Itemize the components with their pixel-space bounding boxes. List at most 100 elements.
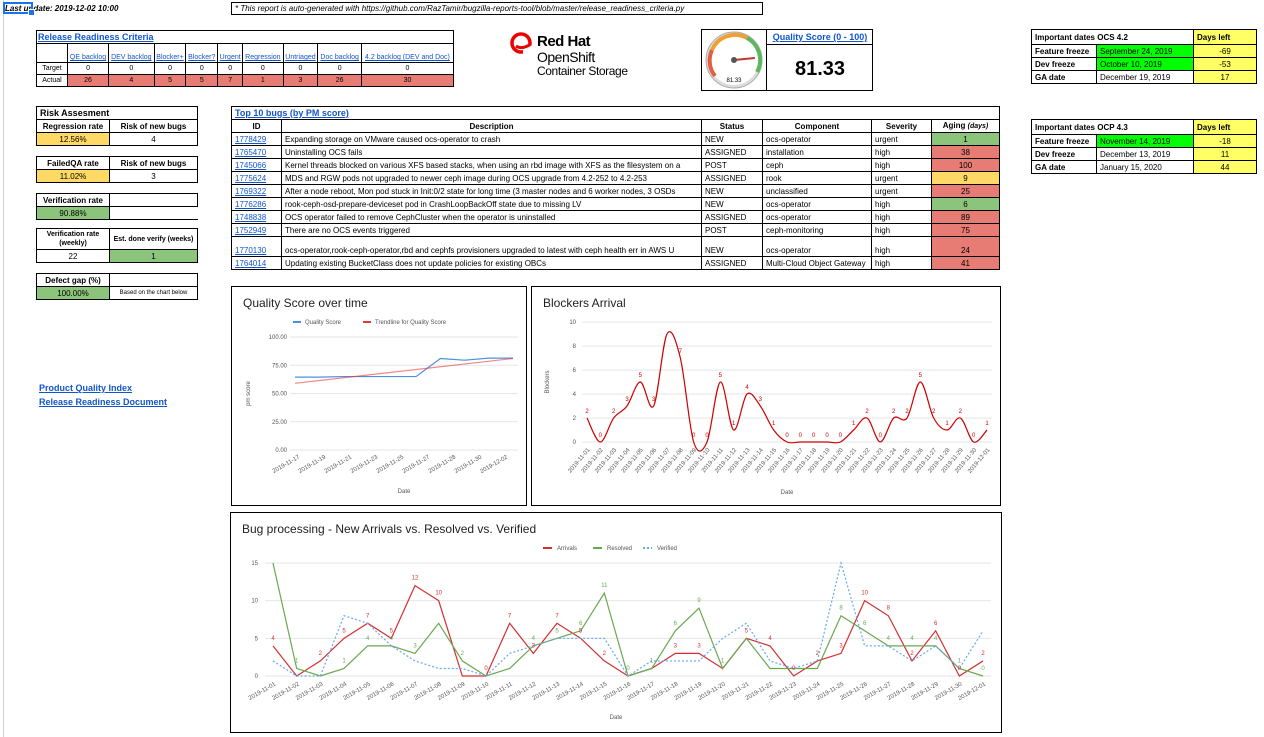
rr-col-label[interactable]: 4.2 backlog (DEV and Doc)	[365, 54, 450, 61]
last-update-cell[interactable]: Last update: 2019-12-02 10:00	[3, 2, 227, 16]
x-tick-label: 2019-12-02	[479, 454, 509, 475]
rr-col-7[interactable]: Doc backlog	[317, 43, 362, 63]
rr-col-8[interactable]: 4.2 backlog (DEV and Doc)	[360, 43, 455, 63]
defect-gap-note: Based on the chart below	[109, 286, 198, 300]
logo-redhat: Red Hat	[537, 33, 591, 50]
rr-col-label[interactable]: Blocker?	[188, 54, 215, 61]
rr-actual-cell: 7	[217, 74, 244, 87]
ocs-ga-date: December 19, 2019	[1096, 70, 1194, 84]
bug-severity: urgent	[871, 132, 932, 146]
data-label: 1	[945, 421, 949, 427]
rr-col-label[interactable]: Untriaged	[285, 54, 315, 61]
bug-id-link[interactable]: 1752949	[231, 223, 282, 237]
arrivals-data-label: 12	[412, 576, 419, 582]
resolved-data-label: 4	[532, 636, 536, 642]
arrivals-data-label: 4	[271, 636, 275, 642]
rr-col-6[interactable]: Untriaged	[282, 43, 319, 63]
bug-id-link[interactable]: 1765470	[231, 145, 282, 159]
tick-label: 10	[569, 320, 576, 326]
verification-rate-value: 90.88%	[36, 206, 110, 220]
bug-aging: 89	[930, 210, 1001, 224]
data-label: 0	[972, 433, 976, 439]
ocs-ga-days: 17	[1193, 70, 1257, 84]
rr-col-label[interactable]: Doc backlog	[320, 54, 359, 61]
ocp-dev-freeze-days: 11	[1193, 147, 1257, 161]
product-quality-index-link[interactable]: Product Quality Index	[39, 381, 167, 395]
x-axis-label: Date	[398, 489, 411, 495]
ocs-feature-freeze-label: Feature freeze	[1031, 44, 1097, 58]
ocp-feature-freeze-label: Feature freeze	[1031, 134, 1097, 148]
tick-label: 10	[251, 599, 258, 605]
ocp-dates-table: Important dates OCP 4.3 Days left Featur…	[1031, 119, 1257, 174]
bug-id-link[interactable]: 1776286	[231, 197, 282, 211]
data-label: 0	[799, 433, 803, 439]
bug-description: OCS operator failed to remove CephCluste…	[281, 210, 702, 224]
bug-severity: high	[871, 223, 932, 237]
rr-col-label[interactable]: QE backlog	[70, 54, 106, 61]
bug-aging: 9	[930, 171, 1001, 185]
tick-label: 2	[573, 416, 577, 422]
bug-row: 1770130 ocs-operator,rook-ceph-operator,r…	[231, 236, 1001, 257]
release-readiness-title[interactable]: Release Readiness Criteria	[38, 32, 154, 42]
x-tick-label: 2019-11-30	[454, 454, 484, 475]
bug-aging: 6	[930, 197, 1001, 211]
bug-status: NEW	[701, 184, 763, 198]
bug-aging: 1	[930, 132, 1001, 146]
col-severity: Severity	[871, 119, 932, 133]
rr-col-label[interactable]: Urgent	[220, 54, 241, 61]
bug-aging: 38	[930, 145, 1001, 159]
data-label: 0	[599, 433, 603, 439]
quality-gauge: 81.33	[705, 31, 763, 89]
bug-id-link[interactable]: 1748838	[231, 210, 282, 224]
resolved-data-label: 6	[863, 621, 867, 627]
est-done-value: 1	[109, 249, 198, 263]
rr-col-4[interactable]: Urgent	[217, 43, 244, 63]
failedqa-risk-value: 3	[109, 169, 198, 183]
rr-col-label[interactable]: DEV backlog	[111, 54, 151, 61]
ocp-dev-freeze-label: Dev freeze	[1031, 147, 1097, 161]
data-label: 2	[865, 409, 869, 415]
risk-new-bugs-label-2: Risk of new bugs	[109, 156, 198, 170]
data-label: 2	[585, 409, 589, 415]
bug-id-link[interactable]: 1778429	[231, 132, 282, 146]
ocs-dev-freeze-days: -53	[1193, 57, 1257, 71]
bug-id-link[interactable]: 1770130	[231, 236, 282, 257]
resolved-data-label: 6	[674, 621, 678, 627]
bug-processing-chart: 0510154257512100737523 35402310826021 14 43…	[248, 546, 991, 721]
verification-weekly-label: Verification rate (weekly)	[36, 228, 110, 250]
logo-openshift: OpenShift	[537, 49, 595, 65]
bug-id-link[interactable]: 1775624	[231, 171, 282, 185]
ocp-dev-freeze-date: December 13, 2019	[1096, 147, 1194, 161]
rr-target-cell: 0	[317, 62, 362, 75]
ocs-feature-freeze-days: -69	[1193, 44, 1257, 58]
resolved-data-label: 6	[579, 621, 583, 627]
rr-col-1[interactable]: DEV backlog	[108, 43, 155, 63]
data-label: 0	[825, 433, 829, 439]
rr-col-3[interactable]: Blocker?	[185, 43, 219, 63]
rr-col-5[interactable]: Regression	[242, 43, 284, 63]
rr-col-2[interactable]: Blocker+	[153, 43, 187, 63]
ocs-ga-label: GA date	[1031, 70, 1097, 84]
x-tick-label: 2019-11-21	[324, 454, 354, 475]
rr-col-label[interactable]: Blocker+	[156, 54, 183, 61]
rr-col-0[interactable]: QE backlog	[66, 43, 110, 63]
data-label: 1	[772, 421, 776, 427]
bug-row: 1775624 MDS and RGW pods not upgraded to …	[231, 171, 1001, 185]
legend-label: Resolved	[607, 546, 632, 552]
release-readiness-doc-link[interactable]: Release Readiness Document	[39, 395, 167, 409]
arrivals-data-label: 4	[768, 636, 772, 642]
bug-component: ocs-operator	[762, 210, 872, 224]
bug-id-link[interactable]: 1745066	[231, 158, 282, 172]
quality-score-title[interactable]: Quality Score (0 - 100)	[768, 32, 872, 42]
bug-id-link[interactable]: 1769322	[231, 184, 282, 198]
top-bugs-title[interactable]: Top 10 bugs (by PM score)	[235, 108, 349, 118]
resolved-data-label: 9	[697, 598, 701, 604]
data-label: 3	[759, 397, 763, 403]
bug-aging: 100	[930, 158, 1001, 172]
resolved-data-label: 11	[601, 583, 608, 589]
bug-status: POST	[701, 158, 763, 172]
y-axis-label: Blockers	[545, 370, 551, 393]
data-label: 0	[785, 433, 789, 439]
rr-col-label[interactable]: Regression	[245, 54, 280, 61]
bug-id-link[interactable]: 1764014	[231, 256, 282, 270]
